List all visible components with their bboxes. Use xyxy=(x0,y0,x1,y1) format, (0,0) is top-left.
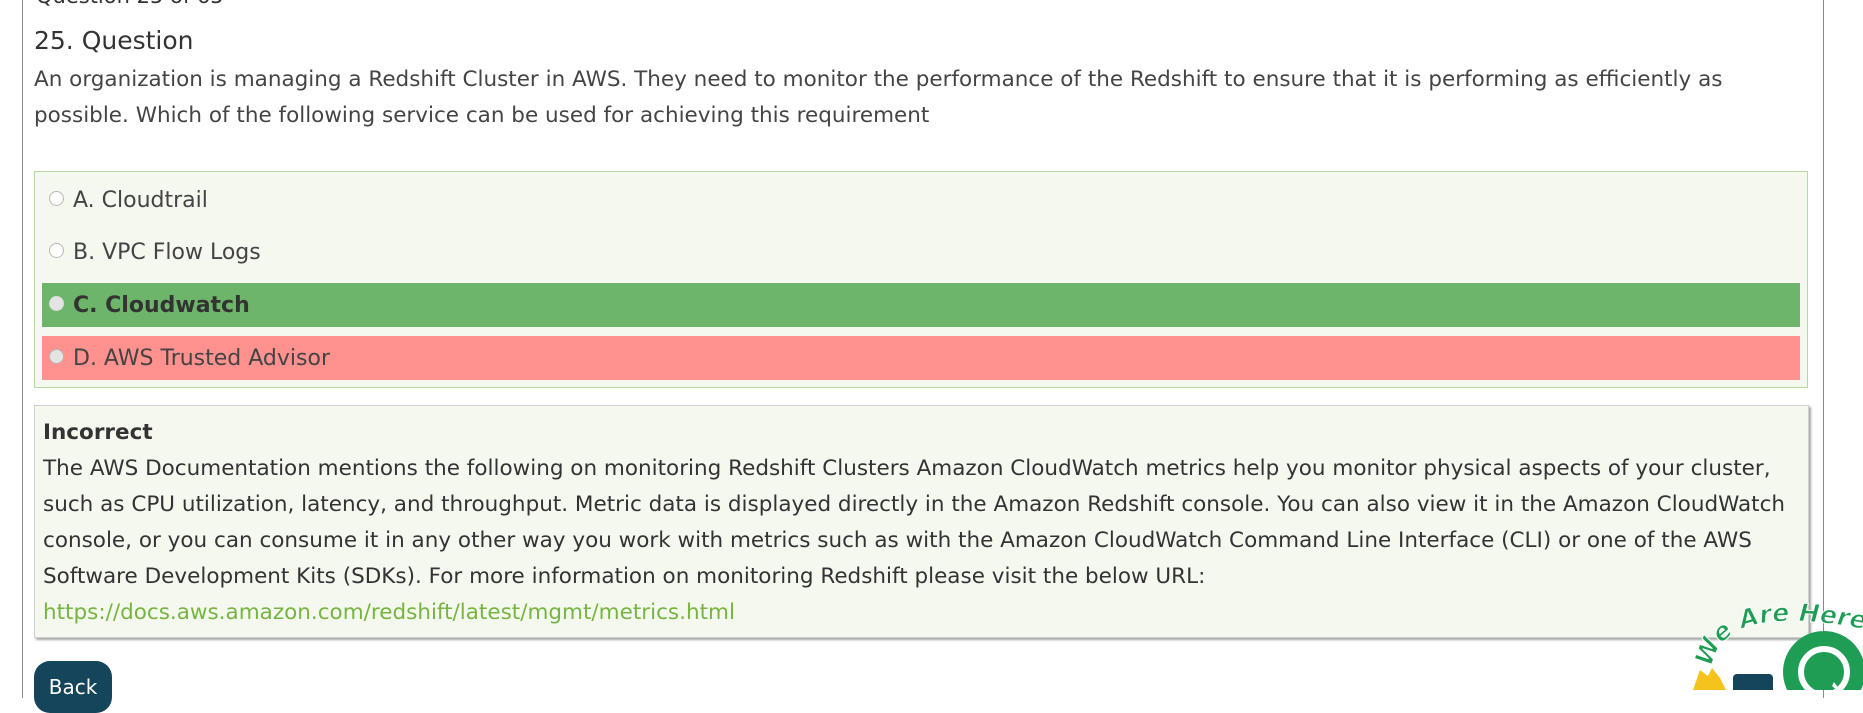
documentation-link[interactable]: https://docs.aws.amazon.com/redshift/lat… xyxy=(43,600,735,625)
question-text: An organization is managing a Redshift C… xyxy=(34,67,1723,128)
radio-icon[interactable] xyxy=(49,190,64,206)
answer-options: A. Cloudtrail B. VPC Flow Logs C. Cloudw… xyxy=(34,171,1808,388)
question-counter: Question 25 of 65 xyxy=(36,0,224,8)
option-label: D. AWS Trusted Advisor xyxy=(73,345,330,371)
explanation-text: The AWS Documentation mentions the follo… xyxy=(43,451,1800,631)
option-label: B. VPC Flow Logs xyxy=(73,239,261,265)
radio-icon[interactable] xyxy=(49,348,64,364)
chat-widget[interactable]: We Are Here! xyxy=(1684,555,1863,713)
radio-icon[interactable] xyxy=(49,295,64,311)
option-label: A. Cloudtrail xyxy=(73,187,208,213)
option-d-incorrect[interactable]: D. AWS Trusted Advisor xyxy=(42,336,1800,380)
next-button-edge[interactable] xyxy=(1733,674,1773,694)
answer-status: Incorrect xyxy=(43,420,153,445)
radio-icon[interactable] xyxy=(49,242,64,258)
explanation-body: The AWS Documentation mentions the follo… xyxy=(43,456,1786,589)
option-label: C. Cloudwatch xyxy=(73,292,250,318)
question-title: 25. Question xyxy=(34,26,194,55)
chat-widget-graphic: We Are Here! xyxy=(1684,555,1863,713)
explanation-panel: Incorrect The AWS Documentation mentions… xyxy=(34,405,1809,638)
back-button[interactable]: Back xyxy=(34,661,112,713)
waving-hand-icon xyxy=(1693,668,1726,690)
chat-button-circle[interactable] xyxy=(1783,631,1863,713)
option-b[interactable]: B. VPC Flow Logs xyxy=(42,230,1800,274)
option-a[interactable]: A. Cloudtrail xyxy=(42,178,1800,222)
option-c-correct[interactable]: C. Cloudwatch xyxy=(42,283,1800,327)
